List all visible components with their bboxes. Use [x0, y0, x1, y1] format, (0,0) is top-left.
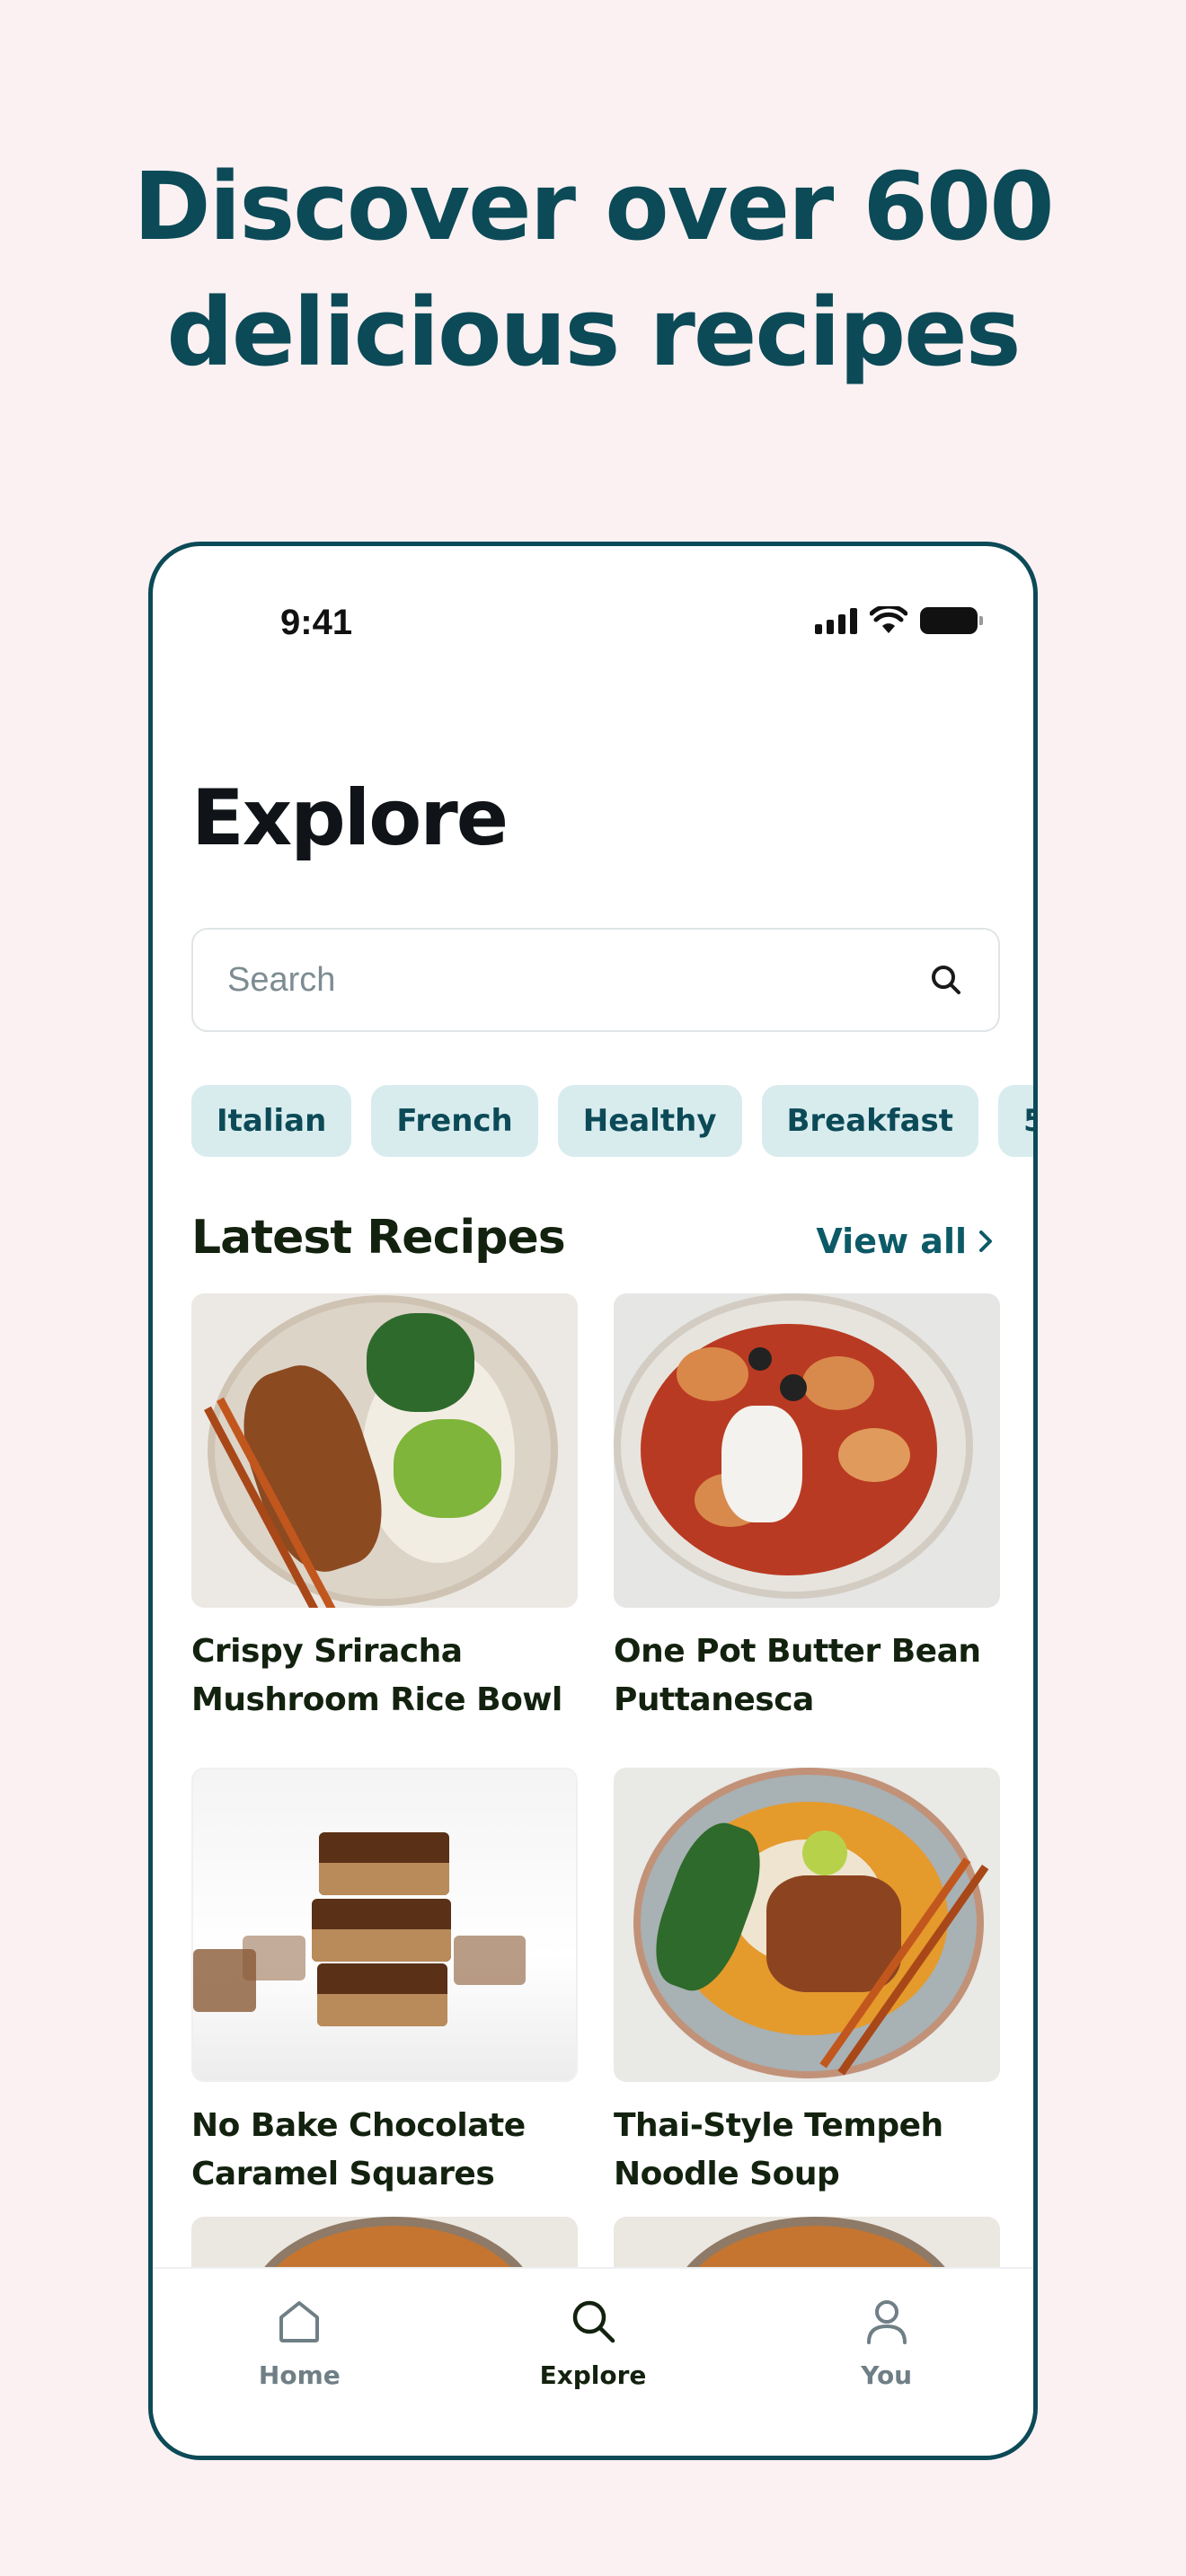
recipe-card[interactable]: No Bake Chocolate Caramel Squares: [191, 1768, 578, 2199]
search-icon[interactable]: [928, 962, 964, 998]
recipe-card[interactable]: One Pot Butter Bean Puttanesca: [614, 1293, 1000, 1725]
status-icons: [815, 606, 983, 635]
chip-healthy[interactable]: Healthy: [557, 1085, 742, 1157]
view-all-link[interactable]: View all: [816, 1222, 996, 1261]
status-bar: 9:41: [153, 595, 1033, 658]
search-placeholder: Search: [227, 960, 336, 999]
headline-line-2: delicious recipes: [166, 278, 1021, 387]
chip-breakfast[interactable]: Breakfast: [761, 1085, 979, 1157]
tab-home-label: Home: [258, 2360, 341, 2390]
tab-explore[interactable]: Explore: [447, 2269, 740, 2456]
recipe-image: [191, 1293, 578, 1608]
chip-french[interactable]: French: [371, 1085, 538, 1157]
recipe-grid: Crispy Sriracha Mushroom Rice Bowl One P…: [191, 1293, 1000, 2199]
user-icon: [866, 2300, 907, 2344]
tab-you[interactable]: You: [739, 2269, 1033, 2456]
category-chips: Italian French Healthy Breakfast 5 Minut: [191, 1085, 1033, 1157]
section-title: Latest Recipes: [191, 1211, 566, 1265]
search-input[interactable]: Search: [191, 928, 1000, 1032]
tab-you-label: You: [861, 2360, 913, 2390]
recipe-image-partial[interactable]: [191, 2217, 578, 2267]
recipe-title: One Pot Butter Bean Puttanesca: [614, 1633, 981, 1718]
recipe-card[interactable]: Crispy Sriracha Mushroom Rice Bowl: [191, 1293, 578, 1725]
recipe-title: No Bake Chocolate Caramel Squares: [191, 2107, 526, 2192]
page-title: Explore: [191, 773, 509, 863]
status-time: 9:41: [280, 603, 353, 642]
home-icon: [279, 2301, 320, 2342]
chip-5-minute[interactable]: 5 Minut: [998, 1085, 1033, 1157]
recipe-title: Thai-Style Tempeh Noodle Soup: [614, 2107, 943, 2192]
bottom-tab-bar: Home Explore You: [153, 2267, 1033, 2456]
headline-line-1: Discover over 600: [133, 152, 1054, 261]
tab-explore-label: Explore: [539, 2360, 647, 2390]
signal-icon: [815, 607, 857, 634]
tab-home[interactable]: Home: [153, 2269, 447, 2456]
recipe-image: [614, 1768, 1000, 2082]
phone-frame: 9:41 Explore Search Italian French Healt…: [148, 542, 1038, 2460]
recipe-card[interactable]: Thai-Style Tempeh Noodle Soup: [614, 1768, 1000, 2199]
recipe-title: Crispy Sriracha Mushroom Rice Bowl: [191, 1633, 562, 1718]
view-all-label: View all: [816, 1222, 967, 1261]
wifi-icon: [870, 606, 907, 633]
recipe-image-partial[interactable]: [614, 2217, 1000, 2267]
recipe-image: [191, 1768, 578, 2082]
recipe-image: [614, 1293, 1000, 1608]
recipe-row-peek: [191, 2217, 1000, 2267]
marketing-headline: Discover over 600 delicious recipes: [0, 144, 1186, 395]
chevron-right-icon: [979, 1231, 992, 1252]
chip-italian[interactable]: Italian: [191, 1085, 352, 1157]
search-icon: [572, 2300, 615, 2343]
battery-icon: [920, 607, 983, 634]
